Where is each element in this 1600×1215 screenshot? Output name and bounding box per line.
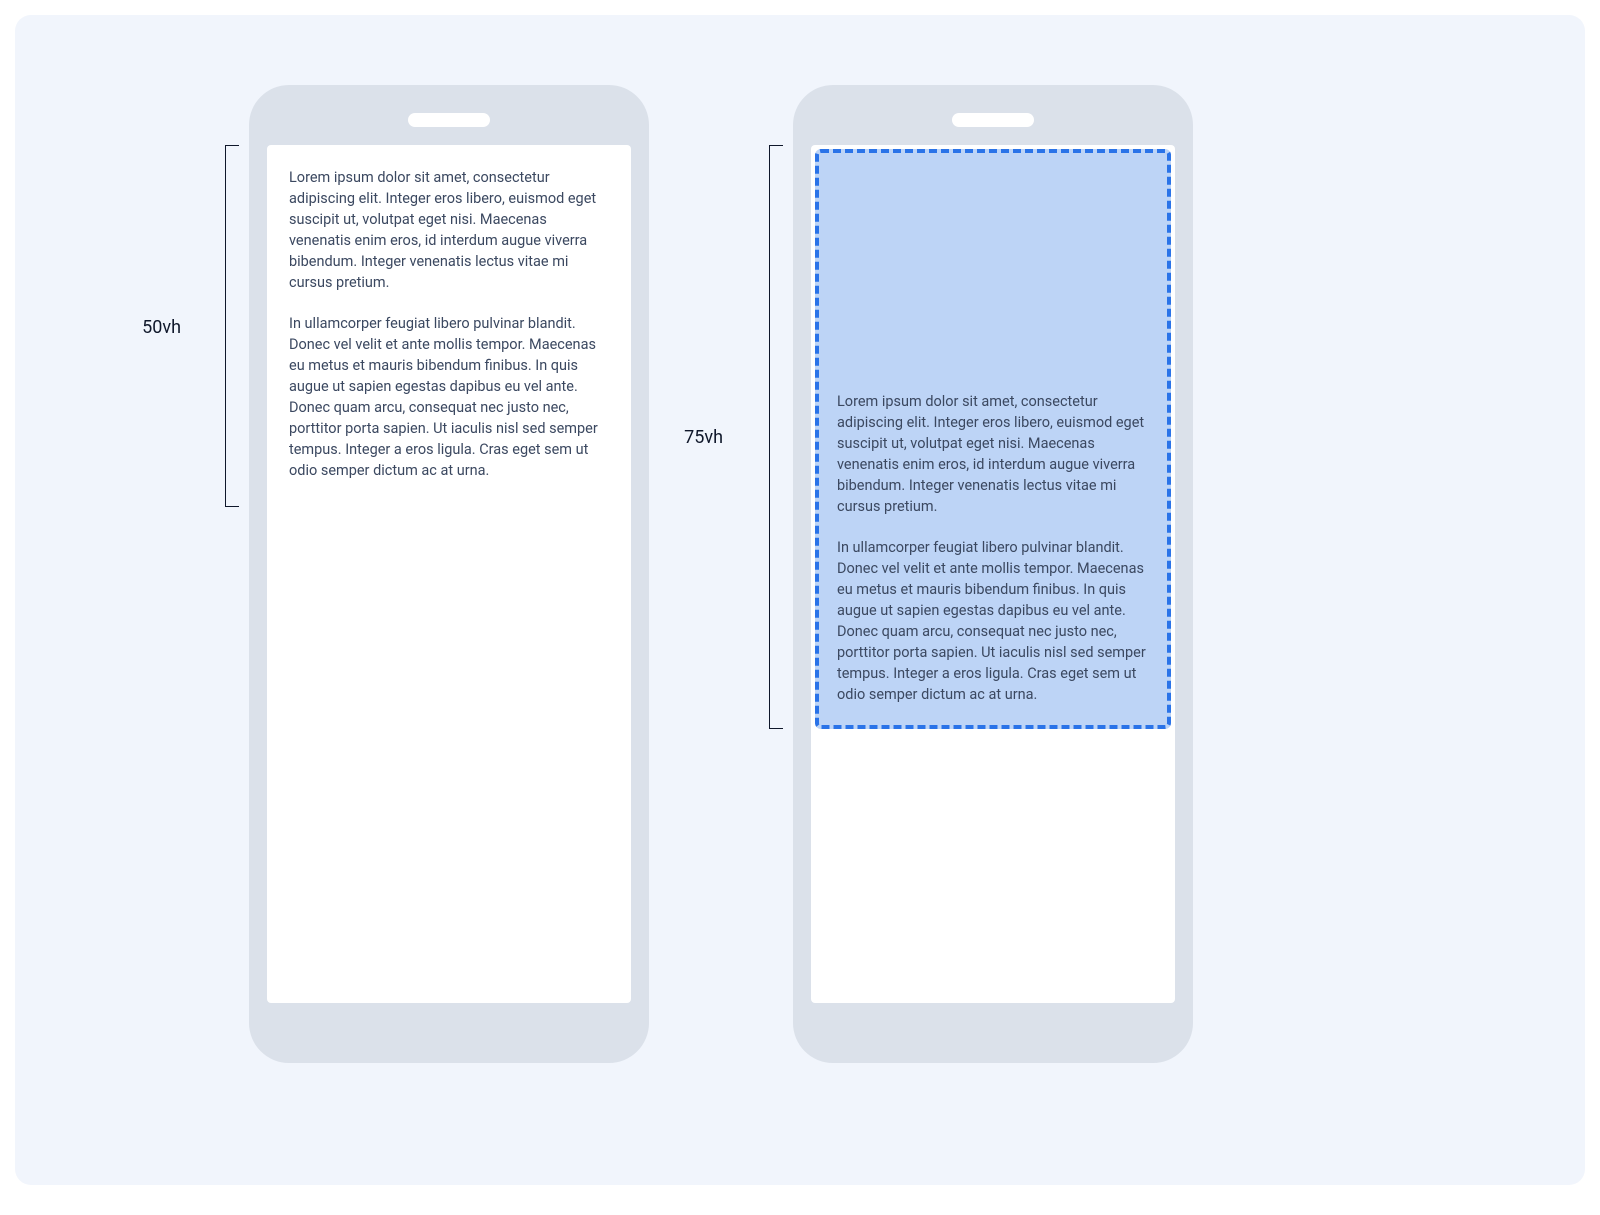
bracket-right	[769, 145, 783, 729]
paragraph-1: Lorem ipsum dolor sit amet, consectetur …	[837, 391, 1149, 517]
paragraph-2: In ullamcorper feugiat libero pulvinar b…	[837, 537, 1149, 705]
content-left: Lorem ipsum dolor sit amet, consectetur …	[267, 145, 631, 503]
diagram-canvas: 50vh 75vh Lorem ipsum dolor sit amet, co…	[15, 15, 1585, 1185]
bracket-label-right: 75vh	[684, 427, 723, 448]
phone-screen-right: Lorem ipsum dolor sit amet, consectetur …	[811, 145, 1175, 1003]
paragraph-1: Lorem ipsum dolor sit amet, consectetur …	[289, 167, 609, 293]
phone-mockup-right: Lorem ipsum dolor sit amet, consectetur …	[793, 85, 1193, 1063]
bracket-label-left: 50vh	[142, 317, 181, 338]
bracket-left	[225, 145, 239, 507]
content-right: Lorem ipsum dolor sit amet, consectetur …	[837, 391, 1149, 705]
intersection-overlay: Lorem ipsum dolor sit amet, consectetur …	[815, 149, 1171, 729]
phone-mockup-left: Lorem ipsum dolor sit amet, consectetur …	[249, 85, 649, 1063]
phone-screen-left: Lorem ipsum dolor sit amet, consectetur …	[267, 145, 631, 1003]
phone-speaker-icon	[408, 113, 490, 127]
paragraph-2: In ullamcorper feugiat libero pulvinar b…	[289, 313, 609, 481]
phone-speaker-icon	[952, 113, 1034, 127]
